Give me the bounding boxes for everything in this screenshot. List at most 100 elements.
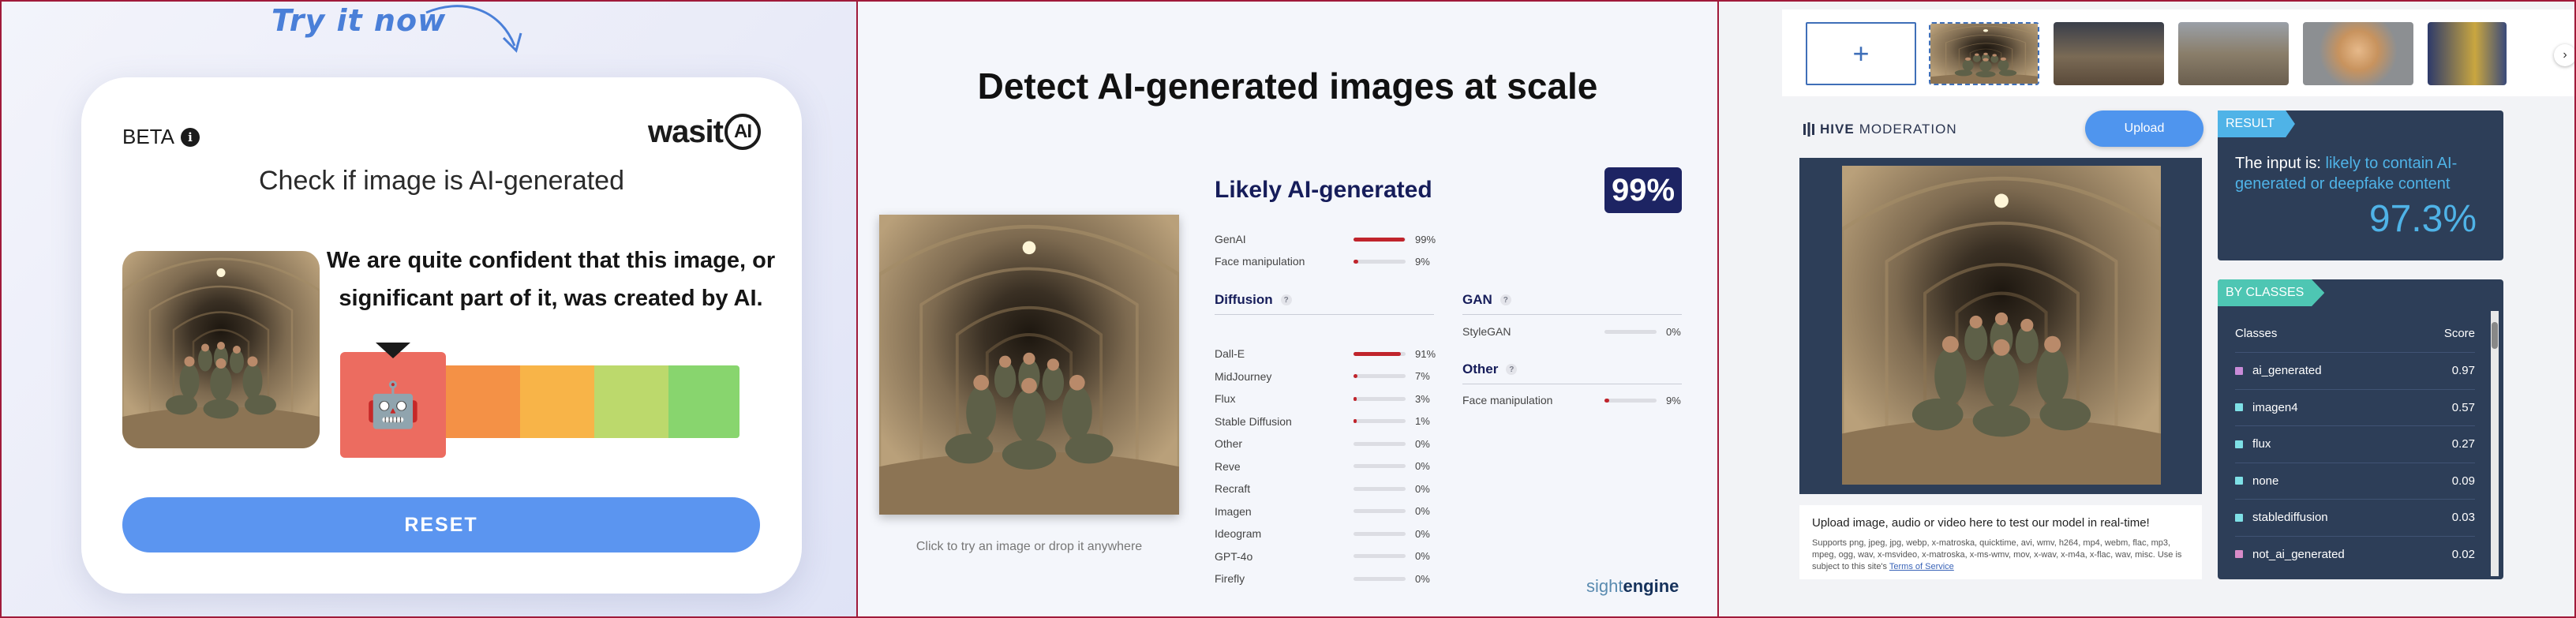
result-card: RESULT The input is: likely to contain A… bbox=[2218, 110, 2503, 260]
beta-text: BETA bbox=[122, 125, 174, 148]
diffusion-row: Recraft 0% bbox=[1215, 482, 1430, 495]
class-color-icon bbox=[2235, 440, 2243, 448]
score-bar-fill bbox=[1354, 351, 1402, 356]
curved-arrow-icon bbox=[425, 5, 522, 53]
classes-card: BY CLASSES Classes Score ai_generated 0.9… bbox=[2218, 279, 2503, 579]
row-label: MidJourney bbox=[1215, 369, 1272, 383]
diffusion-row: Dall-E 91% bbox=[1215, 347, 1436, 360]
score-bar bbox=[1604, 398, 1657, 403]
row-value: 0% bbox=[1415, 482, 1430, 495]
row-value: 0% bbox=[1415, 572, 1430, 585]
top-row: Face manipulation 9% bbox=[1215, 255, 1430, 268]
brand-bold: engine bbox=[1623, 576, 1679, 596]
preview-image bbox=[1842, 166, 2161, 485]
section-title: Diffusion? bbox=[1215, 292, 1292, 308]
score-bar-fill bbox=[1354, 374, 1357, 378]
class-name-cell: imagen4 bbox=[2235, 401, 2298, 414]
logo-ai-mark: AI bbox=[724, 114, 761, 150]
diffusion-row: Reve 0% bbox=[1215, 460, 1430, 473]
brand-light: sight bbox=[1586, 576, 1623, 596]
sample-thumb-3[interactable] bbox=[2178, 22, 2289, 85]
score-bar bbox=[1354, 464, 1406, 468]
sample-thumb-4[interactable] bbox=[2303, 22, 2413, 85]
chevron-right-icon[interactable]: › bbox=[2554, 44, 2574, 66]
class-name-cell: flux bbox=[2235, 437, 2271, 451]
ai-likelihood-meter: 🤖 bbox=[340, 343, 739, 458]
help-icon[interactable]: ? bbox=[1500, 294, 1511, 305]
hive-brand-sub: MODERATION bbox=[1859, 122, 1957, 137]
score-bar bbox=[1354, 509, 1406, 513]
uploaded-image[interactable] bbox=[879, 215, 1179, 515]
diffusion-row: MidJourney 7% bbox=[1215, 370, 1430, 383]
meter-segment-4 bbox=[594, 365, 668, 438]
class-row: not_ai_generated 0.02 bbox=[2235, 535, 2475, 572]
row-label: Face manipulation bbox=[1215, 255, 1305, 268]
score-bar-fill bbox=[1354, 237, 1406, 242]
upload-button[interactable]: Upload bbox=[2085, 110, 2203, 147]
confidence-text: We are quite confident that this image, … bbox=[326, 248, 776, 311]
top-row: GenAI 99% bbox=[1215, 233, 1436, 245]
score-bar bbox=[1354, 576, 1406, 581]
classes-header: Classes Score bbox=[2235, 327, 2475, 340]
row-label: Flux bbox=[1215, 392, 1236, 405]
score-bar bbox=[1354, 351, 1406, 356]
class-score: 0.02 bbox=[2451, 547, 2475, 561]
section-title: Other? bbox=[1462, 361, 1518, 377]
sample-thumb-5[interactable] bbox=[2428, 22, 2507, 85]
gan-row: StyleGAN 0% bbox=[1462, 325, 1681, 338]
class-row: imagen4 0.57 bbox=[2235, 388, 2475, 425]
info-icon[interactable]: i bbox=[180, 127, 200, 147]
beta-label: BETA i bbox=[122, 125, 200, 149]
meter-segment-1-active: 🤖 bbox=[340, 343, 446, 458]
section-title: GAN? bbox=[1462, 292, 1511, 308]
tunnel-image bbox=[122, 251, 320, 448]
help-icon[interactable]: ? bbox=[1506, 364, 1518, 375]
help-icon[interactable]: ? bbox=[1280, 294, 1292, 305]
result-score: 97.3% bbox=[2368, 198, 2477, 240]
result-tag: RESULT bbox=[2218, 110, 2295, 137]
reset-button[interactable]: RESET bbox=[122, 497, 760, 552]
col-classes: Classes bbox=[2235, 327, 2278, 340]
other-row: Face manipulation 9% bbox=[1462, 394, 1681, 406]
class-row: flux 0.27 bbox=[2235, 425, 2475, 462]
row-value: 0% bbox=[1666, 325, 1681, 338]
row-label: Other bbox=[1215, 437, 1243, 450]
sample-thumb-selected[interactable] bbox=[1929, 22, 2039, 85]
class-name-cell: not_ai_generated bbox=[2235, 548, 2345, 561]
section-divider bbox=[1462, 314, 1682, 315]
diffusion-row: Flux 3% bbox=[1215, 392, 1430, 405]
row-label: Firefly bbox=[1215, 572, 1245, 585]
diffusion-row: GPT-4o 0% bbox=[1215, 550, 1430, 563]
drop-image-hint[interactable]: Click to try an image or drop it anywher… bbox=[879, 540, 1179, 554]
add-image-button[interactable]: + bbox=[1806, 22, 1916, 85]
wasitai-panel: Try it now BETA i wasit AI Check if imag… bbox=[0, 0, 858, 618]
score-bar-fill bbox=[1604, 398, 1609, 403]
class-name-cell: ai_generated bbox=[2235, 364, 2322, 377]
class-name-cell: stablediffusion bbox=[2235, 511, 2328, 524]
class-row: none 0.09 bbox=[2235, 462, 2475, 499]
sample-thumb-2[interactable] bbox=[2054, 22, 2164, 85]
row-value: 0% bbox=[1415, 460, 1430, 472]
page-title: Detect AI-generated images at scale bbox=[977, 66, 1598, 107]
upload-dropzone[interactable]: Upload image, audio or video here to tes… bbox=[1799, 505, 2202, 579]
sightengine-logo: sightengine bbox=[1586, 576, 1679, 597]
class-color-icon bbox=[2235, 513, 2243, 522]
row-label: GenAI bbox=[1215, 233, 1246, 245]
terms-link[interactable]: Terms of Service bbox=[1889, 562, 1954, 571]
class-name: flux bbox=[2252, 437, 2271, 451]
hive-brand: HIVE bbox=[1820, 122, 1855, 137]
scrollbar-thumb[interactable] bbox=[2492, 322, 2498, 349]
sample-image-strip: + › bbox=[1782, 9, 2574, 96]
score-bar-fill bbox=[1354, 396, 1357, 401]
meter-segment-5 bbox=[668, 365, 739, 438]
class-score: 0.03 bbox=[2451, 511, 2475, 524]
classes-scrollbar[interactable] bbox=[2491, 311, 2499, 576]
class-row: stablediffusion 0.03 bbox=[2235, 499, 2475, 535]
row-label: Imagen bbox=[1215, 504, 1252, 518]
score-badge: 99% bbox=[1604, 167, 1682, 213]
class-name: imagen4 bbox=[2252, 400, 2298, 414]
hive-panel: + › HIVE MODERATION Upload Upload image, … bbox=[1717, 0, 2576, 618]
class-name: none bbox=[2252, 474, 2279, 488]
score-bar bbox=[1354, 396, 1406, 401]
diffusion-row: Imagen 0% bbox=[1215, 505, 1430, 518]
